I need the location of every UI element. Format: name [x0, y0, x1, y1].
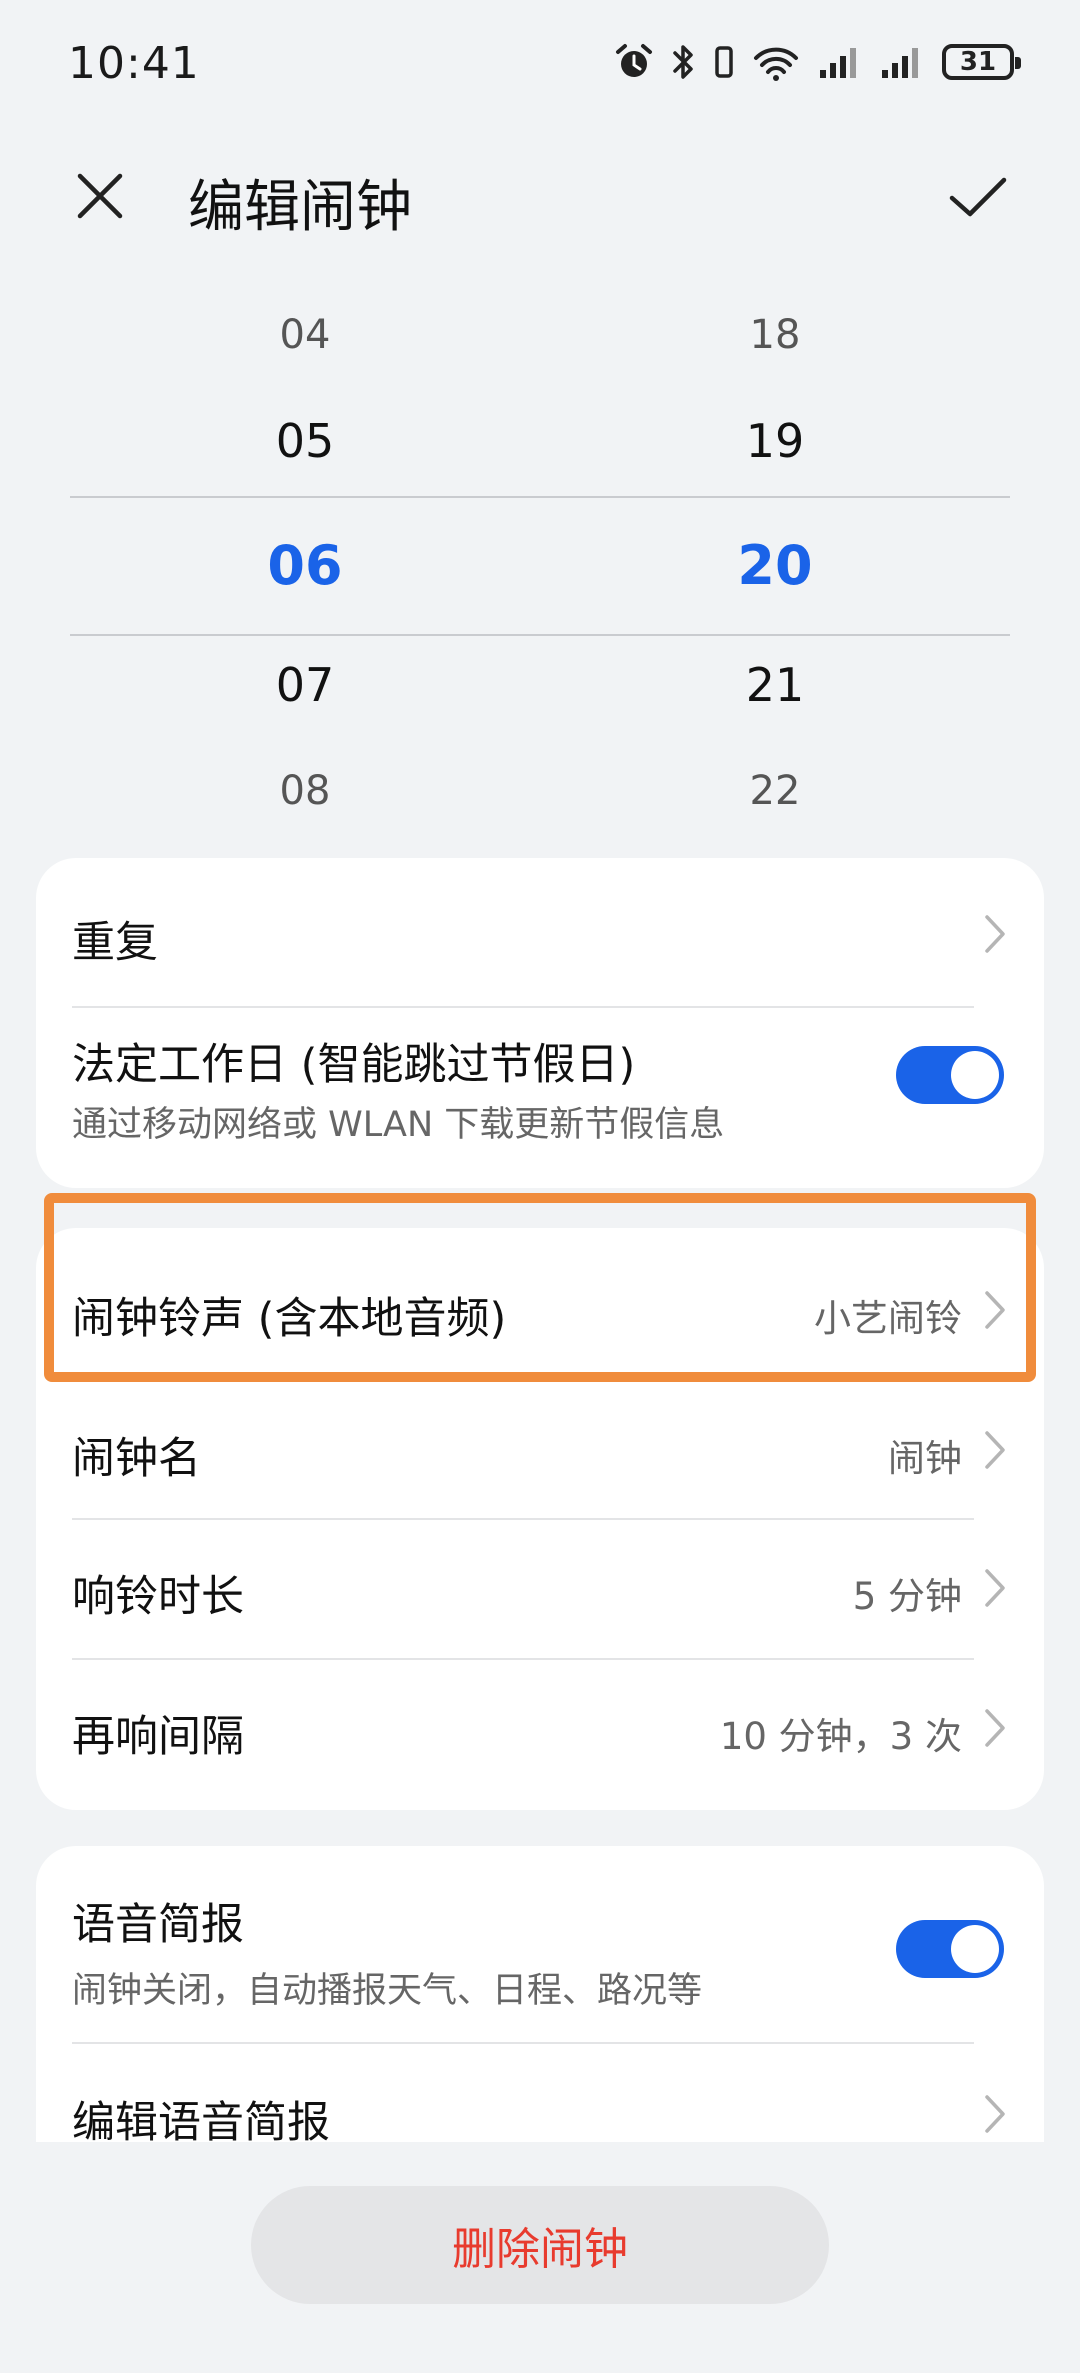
status-bar: 10:41 31 [0, 0, 1080, 125]
check-icon[interactable] [946, 166, 1010, 226]
minute-option[interactable]: 18 [665, 312, 885, 358]
battery-level: 31 [959, 47, 997, 77]
page-title: 编辑闹钟 [188, 175, 412, 240]
alarm-name-value: 闹钟 [888, 1437, 962, 1480]
battery-icon: 31 [942, 44, 1021, 80]
snooze-row[interactable]: 再响间隔 10 分钟，3 次 [36, 1660, 1044, 1810]
edit-voice-brief-title: 编辑语音简报 [72, 2098, 330, 2142]
settings-card-repeat: 重复 法定工作日 (智能跳过节假日) 通过移动网络或 WLAN 下载更新节假信息 [36, 858, 1044, 1188]
picker-divider-top [70, 496, 1010, 498]
status-time: 10:41 [68, 38, 200, 89]
chevron-right-icon [985, 915, 1005, 953]
snooze-title: 再响间隔 [72, 1712, 244, 1762]
close-icon[interactable] [70, 166, 130, 226]
bluetooth-icon [673, 45, 693, 79]
signal-icon [882, 48, 918, 78]
repeat-title: 重复 [72, 918, 158, 968]
snooze-value: 10 分钟，3 次 [719, 1715, 962, 1758]
workday-toggle[interactable] [896, 1046, 1004, 1104]
alarm-name-row[interactable]: 闹钟名 闹钟 [36, 1372, 1044, 1512]
voice-brief-toggle[interactable] [896, 1920, 1004, 1978]
repeat-row[interactable]: 重复 [36, 858, 1044, 1006]
toggle-knob [951, 1925, 999, 1973]
chevron-right-icon [985, 2095, 1005, 2133]
toggle-knob [951, 1051, 999, 1099]
chevron-right-icon [985, 1709, 1005, 1747]
hour-option[interactable]: 04 [195, 312, 415, 358]
status-icons: 31 [614, 40, 1021, 84]
time-picker[interactable]: 04 05 06 07 08 18 19 20 21 22 [0, 290, 1080, 830]
delete-alarm-button[interactable]: 删除闹钟 [251, 2186, 829, 2304]
chevron-right-icon [985, 1431, 1005, 1469]
vibrate-icon [715, 46, 733, 78]
ringtone-title: 闹钟铃声 (含本地音频) [72, 1294, 507, 1344]
header: 编辑闹钟 [0, 150, 1080, 240]
chevron-right-icon [985, 1291, 1005, 1329]
minute-option[interactable]: 22 [665, 768, 885, 814]
alarm-icon [616, 44, 652, 77]
settings-card-alarm: 闹钟铃声 (含本地音频) 小艺闹铃 闹钟名 闹钟 响铃时长 5 分钟 再响间隔 … [36, 1228, 1044, 1810]
edit-alarm-screen: 10:41 31 编辑闹钟 04 05 06 07 08 18 19 20 21… [0, 0, 1080, 2373]
ringtone-row[interactable]: 闹钟铃声 (含本地音频) 小艺闹铃 [36, 1228, 1044, 1372]
settings-card-voice: 语音简报 闹钟关闭，自动播报天气、日程、路况等 编辑语音简报 [36, 1846, 1044, 2142]
workday-row[interactable]: 法定工作日 (智能跳过节假日) 通过移动网络或 WLAN 下载更新节假信息 [36, 1008, 1044, 1188]
minute-option[interactable]: 21 [665, 658, 885, 712]
picker-divider-bottom [70, 634, 1010, 636]
chevron-right-icon [985, 1569, 1005, 1607]
voice-brief-subtitle: 闹钟关闭，自动播报天气、日程、路况等 [72, 1971, 703, 2011]
minute-selected[interactable]: 20 [665, 534, 885, 597]
ring-duration-row[interactable]: 响铃时长 5 分钟 [36, 1520, 1044, 1658]
minute-wheel[interactable]: 18 19 20 21 22 [665, 290, 885, 830]
workday-subtitle: 通过移动网络或 WLAN 下载更新节假信息 [72, 1105, 725, 1145]
hour-option[interactable]: 05 [195, 414, 415, 468]
alarm-name-title: 闹钟名 [72, 1434, 201, 1484]
workday-title: 法定工作日 (智能跳过节假日) [72, 1040, 636, 1090]
hour-wheel[interactable]: 04 05 06 07 08 [195, 290, 415, 830]
ringtone-value: 小艺闹铃 [814, 1297, 962, 1340]
hour-selected[interactable]: 06 [195, 534, 415, 597]
hour-option[interactable]: 08 [195, 768, 415, 814]
voice-brief-row[interactable]: 语音简报 闹钟关闭，自动播报天气、日程、路况等 [36, 1846, 1044, 2042]
hour-option[interactable]: 07 [195, 658, 415, 712]
ring-duration-title: 响铃时长 [72, 1572, 244, 1622]
signal-icon [820, 48, 856, 78]
minute-option[interactable]: 19 [665, 414, 885, 468]
wifi-icon [754, 47, 798, 81]
ring-duration-value: 5 分钟 [852, 1575, 962, 1618]
voice-brief-title: 语音简报 [72, 1900, 244, 1950]
edit-voice-brief-row[interactable]: 编辑语音简报 [36, 2044, 1044, 2142]
